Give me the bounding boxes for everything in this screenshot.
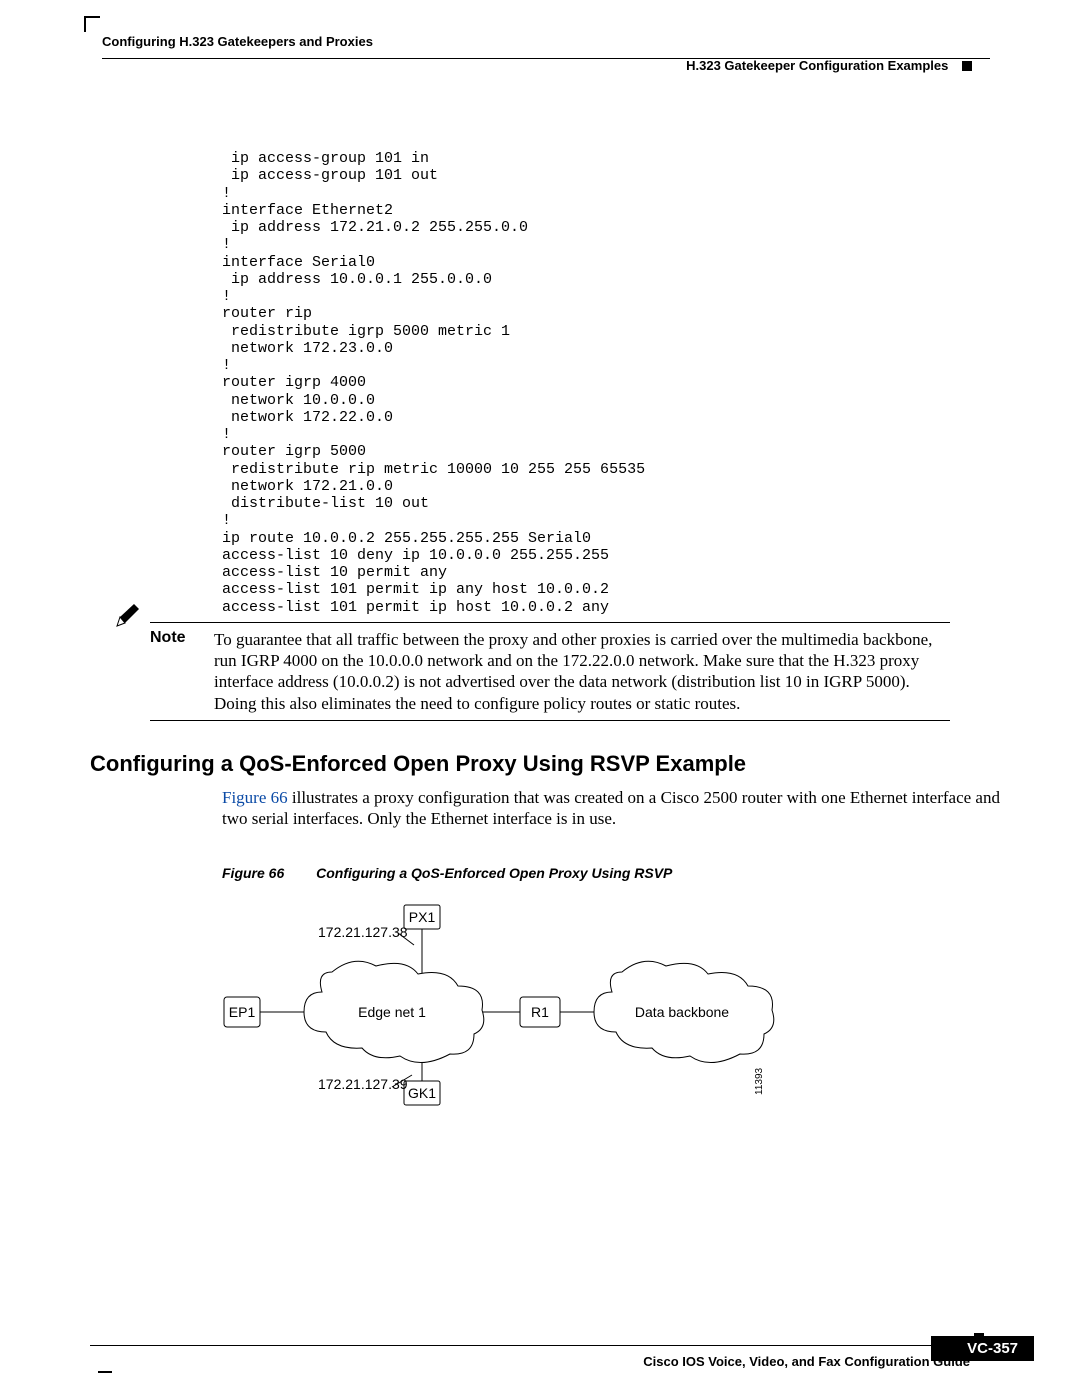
note-pen-icon <box>114 601 142 629</box>
px1-label: PX1 <box>409 909 436 925</box>
config-code-block: ip access-group 101 in ip access-group 1… <box>222 150 990 616</box>
r1-label: R1 <box>531 1004 549 1020</box>
section-paragraph-rest: illustrates a proxy configuration that w… <box>222 788 1000 828</box>
page-number: VC-357 <box>931 1336 1034 1361</box>
figure-id: 11393 <box>754 1068 765 1096</box>
header-left: Configuring H.323 Gatekeepers and Proxie… <box>102 34 373 49</box>
note-label: Note <box>150 629 210 647</box>
header-right-text: H.323 Gatekeeper Configuration Examples <box>686 58 948 73</box>
footer-rule <box>90 1345 990 1346</box>
figure-diagram: EP1 Edge net 1 PX1 172.21.127.38 GK1 172… <box>222 897 782 1117</box>
data-backbone-label: Data backbone <box>635 1004 729 1020</box>
header-right: H.323 Gatekeeper Configuration Examples <box>686 58 972 73</box>
ip2-label: 172.21.127.39 <box>318 1076 408 1092</box>
figure-title: Configuring a QoS-Enforced Open Proxy Us… <box>316 865 672 881</box>
footer-guide-title: Cisco IOS Voice, Video, and Fax Configur… <box>90 1354 970 1369</box>
section-paragraph: Figure 66 illustrates a proxy configurat… <box>222 787 1002 830</box>
ip1-label: 172.21.127.38 <box>318 924 408 940</box>
note-bottom-rule <box>150 720 950 721</box>
section-heading: Configuring a QoS-Enforced Open Proxy Us… <box>90 751 990 777</box>
edge-net-label: Edge net 1 <box>358 1004 426 1020</box>
note-text: To guarantee that all traffic between th… <box>214 629 938 714</box>
ep1-label: EP1 <box>229 1004 256 1020</box>
header-square-icon <box>962 61 972 71</box>
figure-caption: Figure 66 Configuring a QoS-Enforced Ope… <box>222 865 990 881</box>
note-block: Note To guarantee that all traffic betwe… <box>150 622 950 714</box>
gk1-label: GK1 <box>408 1085 436 1101</box>
figure-ref-link[interactable]: Figure 66 <box>222 788 288 807</box>
figure-number: Figure 66 <box>222 865 284 881</box>
footer: Cisco IOS Voice, Video, and Fax Configur… <box>90 1337 990 1369</box>
crop-mark-bottom-left <box>98 1357 112 1373</box>
